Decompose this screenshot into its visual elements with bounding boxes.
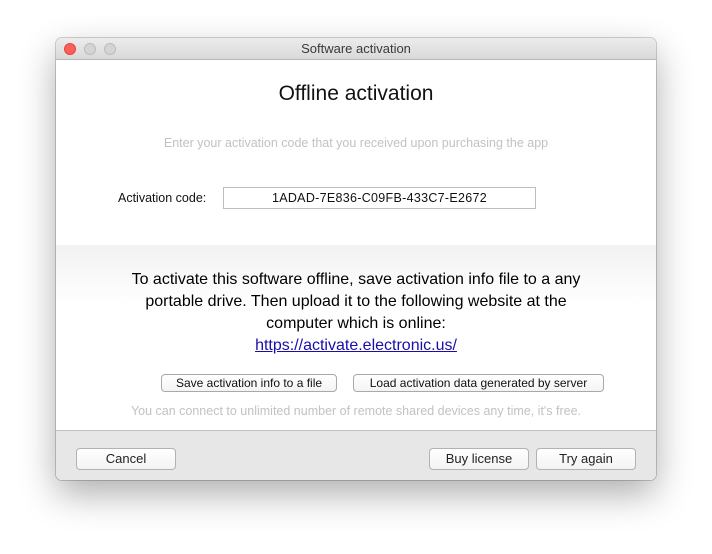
activation-website-link[interactable]: https://activate.electronic.us/ <box>255 337 457 354</box>
page-title: Offline activation <box>278 82 434 105</box>
activation-code-label: Activation code: <box>118 191 207 205</box>
save-activation-info-button[interactable]: Save activation info to a file <box>161 374 337 392</box>
instructions-line: To activate this software offline, save … <box>131 271 581 288</box>
remote-devices-footnote: You can connect to unlimited number of r… <box>130 404 582 418</box>
instructions-line: portable drive. Then upload it to the fo… <box>145 293 567 310</box>
activation-code-field[interactable]: 1ADAD-7E836-C09FB-433C7-E2672 <box>223 187 536 209</box>
offline-instructions: To activate this software offline, save … <box>96 269 616 357</box>
window-title: Software activation <box>301 41 411 56</box>
title-bar[interactable]: Software activation <box>56 38 656 60</box>
activation-hint: Enter your activation code that you rece… <box>163 136 549 150</box>
dialog-content: Offline activation Enter your activation… <box>56 60 656 430</box>
buy-license-button[interactable]: Buy license <box>429 448 529 470</box>
try-again-button[interactable]: Try again <box>536 448 636 470</box>
instructions-line: computer which is online: <box>266 315 446 332</box>
load-activation-data-button[interactable]: Load activation data generated by server <box>353 374 604 392</box>
activation-window: Software activation Offline activation E… <box>56 38 656 480</box>
dialog-footer: Cancel Buy license Try again <box>56 430 656 480</box>
cancel-button[interactable]: Cancel <box>76 448 176 470</box>
offline-instructions-panel: To activate this software offline, save … <box>56 245 656 430</box>
